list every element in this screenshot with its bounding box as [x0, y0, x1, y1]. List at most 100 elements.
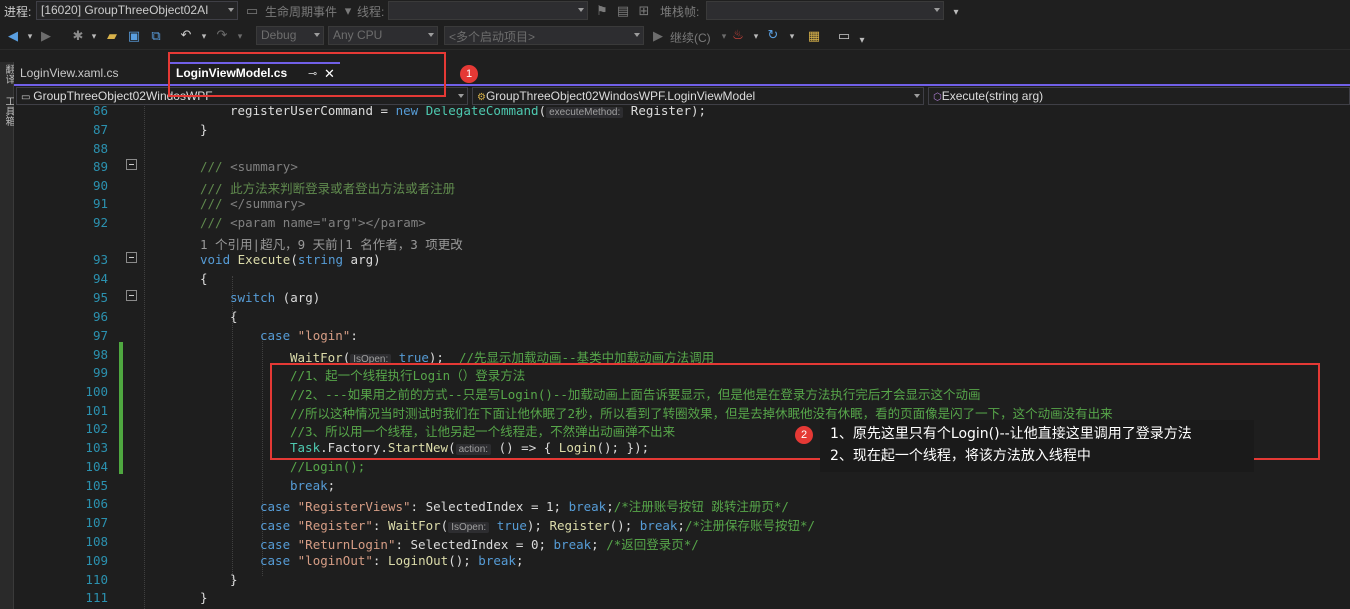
- class-dropdown[interactable]: ⚙GroupThreeObject02WindosWPF.LoginViewMo…: [472, 87, 924, 105]
- config-value: Debug: [261, 28, 297, 42]
- annotation-badge-2: 2: [795, 426, 813, 444]
- line-number: 109: [85, 553, 108, 568]
- annotation-note: 1、原先这里只有个Login()--让他直接这里调用了登录方法 2、现在起一个线…: [820, 420, 1254, 472]
- line-number: 98: [92, 347, 108, 362]
- continue-button[interactable]: 继续(C): [670, 29, 711, 46]
- line-number: 95: [92, 290, 108, 305]
- chevron-down-icon: [428, 33, 434, 37]
- play-icon[interactable]: ▶: [650, 28, 666, 44]
- code-line: {: [200, 271, 208, 286]
- line-number: 100: [85, 384, 108, 399]
- line-number: 87: [92, 122, 108, 137]
- thread-label: 线程:: [357, 5, 385, 19]
- chevron-down-icon: [458, 94, 464, 98]
- lifecycle-events-icon[interactable]: ▭: [244, 3, 260, 19]
- annotation-badge-1: 1: [460, 65, 478, 83]
- process-dropdown[interactable]: [16020] GroupThreeObject02AI: [36, 1, 238, 20]
- toolbar-overflow-icon[interactable]: ▾: [854, 32, 870, 48]
- chevron-down-icon: [914, 94, 920, 98]
- tab-highlight-box: [168, 52, 446, 97]
- platform-value: Any CPU: [333, 28, 383, 42]
- line-number: 104: [85, 459, 108, 474]
- line-number: 101: [85, 403, 108, 418]
- thread-filter-icon[interactable]: ▤: [615, 3, 631, 19]
- code-line: /// 此方法来判断登录或者登出方法或者注册: [200, 181, 456, 196]
- thread-dropdown[interactable]: [388, 1, 588, 20]
- member-dropdown[interactable]: ⬡Execute(string arg): [928, 87, 1350, 105]
- solution-explorer-icon[interactable]: ▦: [806, 28, 822, 44]
- chevron-down-icon[interactable]: ▾: [22, 28, 38, 44]
- chevron-down-icon[interactable]: ▾: [340, 3, 356, 19]
- solution-config-dropdown[interactable]: Debug: [256, 26, 324, 45]
- code-line: {: [230, 309, 238, 324]
- new-item-icon[interactable]: ✱: [70, 28, 86, 44]
- chevron-down-icon[interactable]: ▾: [86, 28, 102, 44]
- chevron-down-icon[interactable]: ▾: [748, 28, 764, 44]
- code-line: }: [230, 572, 238, 587]
- startup-value: <多个启动项目>: [449, 30, 536, 44]
- debug-location-bar: 进程: [16020] GroupThreeObject02AI ▭ 生命周期事…: [0, 0, 1350, 22]
- lifecycle-events-label[interactable]: 生命周期事件: [265, 3, 337, 20]
- navigate-forward-icon[interactable]: ▶: [38, 28, 54, 44]
- line-number: 106: [85, 496, 108, 511]
- collapse-icon[interactable]: [126, 290, 137, 301]
- member-value: Execute(string arg): [941, 89, 1044, 103]
- chevron-down-icon[interactable]: ▾: [232, 28, 248, 44]
- line-number: 88: [92, 141, 108, 156]
- collapse-icon[interactable]: [126, 252, 137, 263]
- flag-icon[interactable]: ⚑: [594, 3, 610, 19]
- process-value: [16020] GroupThreeObject02AI: [41, 3, 209, 17]
- line-number: 96: [92, 309, 108, 324]
- line-number: 89: [92, 159, 108, 174]
- split-icon[interactable]: ⊞: [636, 3, 652, 19]
- line-number: 86: [92, 106, 108, 118]
- code-line: registerUserCommand = new DelegateComman…: [230, 106, 707, 118]
- code-line: /// <summary>: [200, 159, 298, 174]
- save-icon[interactable]: ▣: [126, 28, 142, 44]
- stack-frame-dropdown[interactable]: [706, 1, 944, 20]
- code-line: case "loginOut": LoginOut(); break;: [260, 553, 524, 568]
- hot-reload-icon[interactable]: ♨: [730, 27, 746, 43]
- code-line: //Login();: [290, 459, 366, 474]
- line-number: 93: [92, 252, 108, 267]
- line-number: 90: [92, 178, 108, 193]
- class-value: GroupThreeObject02WindosWPF.LoginViewMod…: [485, 89, 756, 103]
- change-indicator: [119, 342, 123, 474]
- chevron-down-icon: [314, 33, 320, 37]
- code-line: switch (arg): [230, 290, 321, 305]
- left-tool-strip: 翻译 工具箱: [0, 62, 14, 609]
- line-number: 97: [92, 328, 108, 343]
- chevron-down-icon: [634, 33, 640, 37]
- redo-icon[interactable]: ↷: [214, 27, 230, 43]
- open-folder-icon[interactable]: ▰: [104, 28, 120, 44]
- line-number: 110: [85, 572, 108, 587]
- line-number: 92: [92, 215, 108, 230]
- platform-dropdown[interactable]: Any CPU: [328, 26, 438, 45]
- toolbar-overflow-icon[interactable]: ▾: [948, 4, 964, 20]
- collapse-icon[interactable]: [126, 159, 137, 170]
- navigate-back-icon[interactable]: ◀: [5, 28, 21, 44]
- method-icon: ⬡: [933, 92, 942, 103]
- csharp-project-icon: ▭: [21, 92, 34, 103]
- chevron-down-icon[interactable]: ▾: [196, 28, 212, 44]
- code-line: /// </summary>: [200, 196, 306, 211]
- line-number: 107: [85, 515, 108, 530]
- standard-toolbar: ◀ ▾ ▶ ✱ ▾ ▰ ▣ ⧉ ↶ ▾ ↷ ▾ Debug Any CPU <多…: [0, 22, 1350, 50]
- window-layout-icon[interactable]: ▭: [836, 28, 852, 44]
- undo-icon[interactable]: ↶: [178, 27, 194, 43]
- line-number: 94: [92, 271, 108, 286]
- line-number: 99: [92, 365, 108, 380]
- code-line: }: [200, 122, 208, 137]
- save-all-icon[interactable]: ⧉: [148, 28, 164, 44]
- codelens-reference-info[interactable]: 1 个引用|超凡，9 天前|1 名作者，3 项更改: [200, 234, 463, 253]
- code-line: case "ReturnLogin": SelectedIndex = 0; b…: [260, 537, 699, 552]
- tab-label: LoginView.xaml.cs: [20, 66, 119, 80]
- tab-loginview-xaml-cs[interactable]: LoginView.xaml.cs: [14, 62, 164, 84]
- process-label: 进程:: [4, 5, 32, 19]
- startup-project-dropdown[interactable]: <多个启动项目>: [444, 26, 644, 45]
- code-editor[interactable]: 86 87 88 89 90 91 92 93 94 95 96 97 98 9…: [14, 106, 1350, 609]
- chevron-down-icon[interactable]: ▾: [784, 28, 800, 44]
- line-number: 105: [85, 478, 108, 493]
- chevron-down-icon: [934, 8, 940, 12]
- restart-icon[interactable]: ↻: [765, 27, 781, 43]
